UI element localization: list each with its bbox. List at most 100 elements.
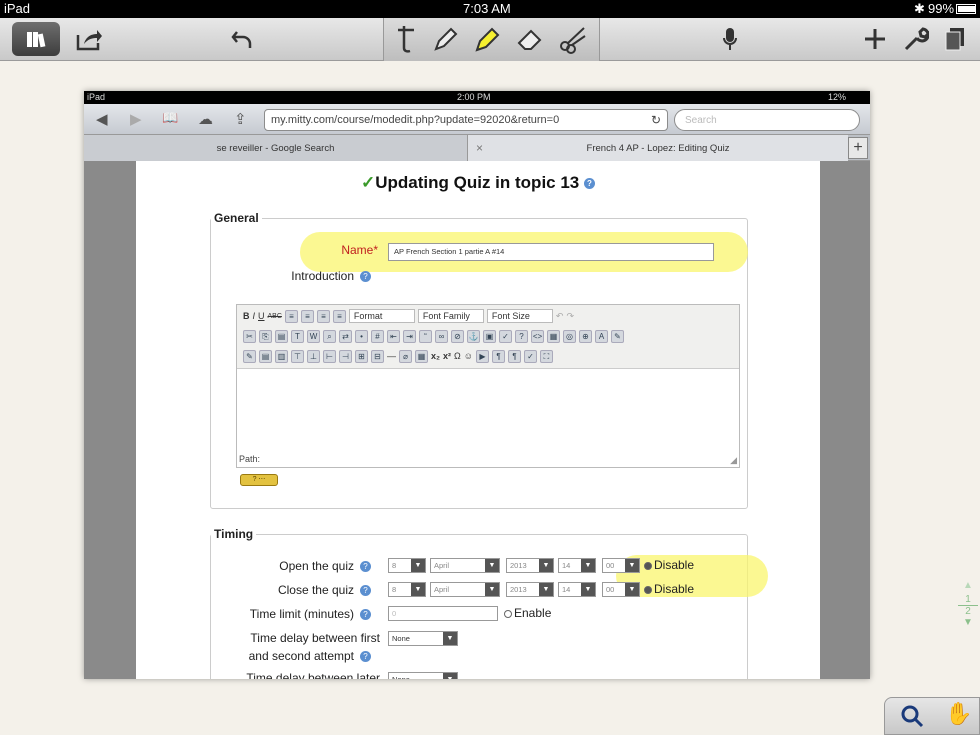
open-minute-select[interactable]: 00 ▼ bbox=[602, 558, 640, 573]
visual-aid-icon[interactable]: ▦ bbox=[415, 349, 428, 363]
name-input[interactable]: AP French Section 1 partie A #14 bbox=[388, 243, 714, 261]
hand-icon[interactable]: ✋ bbox=[945, 701, 972, 727]
rtl-icon[interactable]: ¶ bbox=[507, 349, 521, 363]
zoom-icon[interactable]: ⊕ bbox=[579, 329, 592, 343]
back-icon[interactable]: ◀ bbox=[96, 110, 108, 128]
url-field[interactable]: my.mitty.com/course/modedit.php?update=9… bbox=[264, 109, 668, 131]
tab-editing-quiz[interactable]: × French 4 AP - Lopez: Editing Quiz bbox=[468, 135, 848, 161]
library-icon[interactable] bbox=[12, 22, 60, 56]
image-icon[interactable]: ▣ bbox=[483, 329, 496, 343]
close-disable-checkbox[interactable] bbox=[644, 585, 652, 594]
align-center-icon[interactable]: ≡ bbox=[300, 309, 314, 323]
highlighter-icon[interactable] bbox=[470, 22, 504, 56]
align-right-icon[interactable]: ≡ bbox=[316, 309, 330, 323]
zoom-icon[interactable] bbox=[899, 703, 925, 734]
cloud-icon[interactable]: ☁ bbox=[198, 110, 213, 128]
close-disable-option[interactable]: Disable bbox=[644, 582, 694, 596]
table-props-icon[interactable]: ▤ bbox=[259, 349, 272, 363]
help-icon[interactable]: ? bbox=[360, 271, 371, 282]
undo-icon[interactable]: ↶ bbox=[556, 311, 564, 322]
unlink-icon[interactable]: ⊘ bbox=[451, 329, 464, 343]
close-year-select[interactable]: 2013 ▼ bbox=[506, 582, 554, 597]
help-icon[interactable]: ? bbox=[515, 329, 528, 343]
cut-icon[interactable]: ✂ bbox=[243, 329, 256, 343]
close-tab-icon[interactable]: × bbox=[476, 141, 483, 155]
strikethrough-icon[interactable]: ABC bbox=[268, 313, 282, 320]
justify-icon[interactable]: ≡ bbox=[332, 309, 346, 323]
format-select[interactable]: Format bbox=[348, 309, 415, 323]
anchor-icon[interactable]: ⚓ bbox=[467, 329, 480, 343]
open-hour-select[interactable]: 14 ▼ bbox=[558, 558, 596, 573]
remove-format-icon[interactable]: ⌀ bbox=[399, 349, 412, 363]
emoticon-icon[interactable]: ☺ bbox=[464, 351, 473, 361]
forward-icon[interactable]: ▶ bbox=[130, 110, 142, 128]
preview-icon[interactable]: ◎ bbox=[563, 329, 576, 343]
align-left-icon[interactable]: ≡ bbox=[284, 309, 298, 323]
underline-icon[interactable]: U bbox=[258, 311, 265, 321]
close-month-select[interactable]: April ▼ bbox=[430, 582, 500, 597]
html-icon[interactable]: <> bbox=[531, 329, 544, 343]
tab-google-search[interactable]: se reveiller - Google Search bbox=[84, 135, 468, 161]
help-button[interactable]: ? ⋯ bbox=[240, 474, 278, 486]
cleanup-icon[interactable]: ✓ bbox=[499, 329, 512, 343]
fullscreen-icon[interactable]: ⛶ bbox=[539, 349, 553, 363]
help-icon[interactable]: ? bbox=[360, 561, 371, 572]
pen-tool-icon[interactable] bbox=[430, 22, 462, 56]
plus-icon[interactable] bbox=[860, 22, 890, 56]
open-day-select[interactable]: 8 ▼ bbox=[388, 558, 426, 573]
replace-icon[interactable]: ⇄ bbox=[339, 329, 352, 343]
table-icon[interactable]: ▦ bbox=[547, 329, 560, 343]
rich-text-editor[interactable]: B I U ABC ≡ ≡ ≡ ≡ Format Font Family Font Size… bbox=[236, 304, 740, 468]
paste-icon[interactable]: ▤ bbox=[275, 329, 288, 343]
microphone-icon[interactable] bbox=[716, 22, 744, 56]
bookmarks-icon[interactable]: 📖 bbox=[162, 110, 178, 126]
page-up-icon[interactable]: ▲ bbox=[958, 580, 978, 591]
outdent-icon[interactable]: ⇤ bbox=[387, 329, 400, 343]
font-family-select[interactable]: Font Family bbox=[417, 309, 484, 323]
page-down-icon[interactable]: ▼ bbox=[958, 617, 978, 628]
media-icon[interactable]: ▶ bbox=[475, 349, 489, 363]
superscript-icon[interactable]: x² bbox=[443, 351, 451, 361]
help-icon[interactable]: ? bbox=[360, 609, 371, 620]
edit-icon[interactable]: ✎ bbox=[243, 349, 256, 363]
insert-row-icon[interactable]: ⊤ bbox=[291, 349, 304, 363]
search-field[interactable]: Search bbox=[674, 109, 860, 131]
numbered-list-icon[interactable]: # bbox=[371, 329, 384, 343]
close-day-select[interactable]: 8 ▼ bbox=[388, 582, 426, 597]
close-hour-select[interactable]: 14 ▼ bbox=[558, 582, 596, 597]
delay1-select[interactable]: None ▼ bbox=[388, 631, 458, 646]
spellcheck-icon[interactable]: ✓ bbox=[523, 349, 537, 363]
wrench-icon[interactable] bbox=[900, 22, 932, 56]
bullet-list-icon[interactable]: • bbox=[355, 329, 368, 343]
omega-icon[interactable]: Ω bbox=[454, 351, 461, 361]
page-number-1[interactable]: 1 bbox=[958, 594, 978, 606]
scissors-icon[interactable] bbox=[556, 22, 590, 56]
new-tab-button[interactable]: + bbox=[848, 137, 868, 159]
link-icon[interactable]: ∞ bbox=[435, 329, 448, 343]
open-month-select[interactable]: April ▼ bbox=[430, 558, 500, 573]
horizontal-rule-icon[interactable]: — bbox=[387, 351, 396, 361]
cell-props-icon[interactable]: ▥ bbox=[275, 349, 288, 363]
subscript-icon[interactable]: x₂ bbox=[431, 351, 440, 361]
time-limit-enable-checkbox[interactable] bbox=[504, 609, 512, 618]
open-year-select[interactable]: 2013 ▼ bbox=[506, 558, 554, 573]
pages-icon[interactable] bbox=[940, 22, 970, 56]
open-disable-option[interactable]: Disable bbox=[644, 558, 694, 572]
font-size-select[interactable]: Font Size bbox=[486, 309, 553, 323]
find-icon[interactable]: ⌕ bbox=[323, 329, 336, 343]
paste-text-icon[interactable]: T bbox=[291, 329, 304, 343]
blockquote-icon[interactable]: “ bbox=[419, 329, 432, 343]
eraser-icon[interactable] bbox=[514, 22, 546, 56]
help-icon[interactable]: ? bbox=[360, 651, 371, 662]
bold-icon[interactable]: B bbox=[243, 311, 250, 321]
text-color-icon[interactable]: A bbox=[595, 329, 608, 343]
insert-col-icon[interactable]: ⊢ bbox=[323, 349, 336, 363]
help-icon[interactable]: ? bbox=[360, 585, 371, 596]
delete-row-icon[interactable]: ⊥ bbox=[307, 349, 320, 363]
italic-icon[interactable]: I bbox=[253, 311, 256, 321]
share-icon[interactable] bbox=[72, 22, 106, 56]
help-icon[interactable]: ? bbox=[583, 178, 595, 190]
open-disable-checkbox[interactable] bbox=[644, 561, 652, 570]
time-limit-input[interactable]: 0 bbox=[388, 606, 498, 621]
page-number-2[interactable]: 2 bbox=[958, 606, 978, 617]
